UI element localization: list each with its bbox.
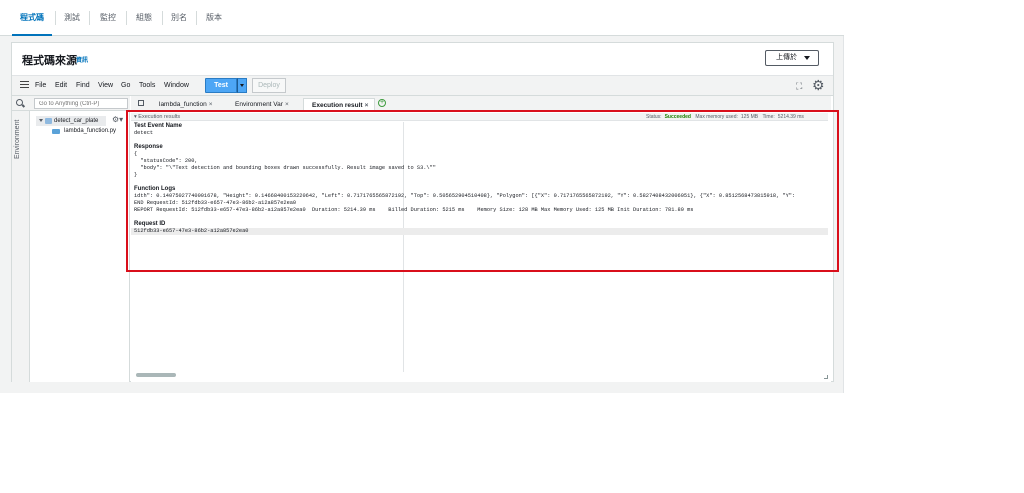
- menu-view[interactable]: View: [98, 82, 113, 89]
- menu-go[interactable]: Go: [121, 82, 130, 89]
- editor-area: lambda_function × Environment Var × Execut…: [131, 96, 831, 382]
- execution-status: Status: Succeeded Max memory used: 125 MB …: [646, 114, 807, 120]
- environment-label: Environment: [14, 119, 21, 159]
- resize-grip-icon[interactable]: [824, 375, 828, 379]
- tab-divider: [55, 11, 56, 25]
- search-icon: [16, 99, 23, 106]
- panel-header: 程式碼來源 資訊 上傳於: [12, 43, 833, 75]
- execution-results-pane: ▾ Execution results Status: Succeeded Max…: [131, 111, 831, 382]
- editor-tab-environment-var[interactable]: Environment Var ×: [227, 98, 301, 111]
- editor-tab-execution-result[interactable]: Execution result ×: [303, 98, 375, 111]
- request-id-value: 512fdb33-e657-47e3-86b2-a12a857e2ea0: [134, 228, 249, 234]
- close-icon[interactable]: ×: [209, 101, 213, 108]
- tab-divider: [196, 11, 197, 25]
- environment-strip[interactable]: Environment: [12, 111, 30, 382]
- lambda-console-page: 程式碼 測試 監控 組態 別名 版本 程式碼來源 資訊 上傳於 File Edi…: [0, 0, 844, 393]
- tab-divider: [162, 11, 163, 25]
- results-bar: ▾ Execution results Status: Succeeded Max…: [131, 113, 828, 121]
- test-button[interactable]: Test: [205, 78, 237, 93]
- status-value: Succeeded: [664, 114, 691, 120]
- request-id-heading: Request ID: [134, 221, 166, 227]
- tree-file-item[interactable]: lambda_function.py: [52, 128, 116, 134]
- tree-gear-icon[interactable]: ⚙▾: [112, 115, 123, 124]
- caret-down-icon: [804, 56, 810, 60]
- expand-arrow-icon: [39, 119, 43, 122]
- response-heading: Response: [134, 144, 163, 150]
- tab-configuration[interactable]: 組態: [128, 0, 160, 36]
- results-content: Test Event Name detect Response { "statu…: [131, 122, 828, 372]
- response-line: "body": "\"Text detection and bounding b…: [134, 165, 436, 171]
- status-label: Status:: [646, 114, 662, 120]
- menu-file[interactable]: File: [35, 82, 46, 89]
- close-icon[interactable]: ×: [285, 101, 289, 108]
- info-link[interactable]: 資訊: [76, 55, 88, 64]
- panel-title: 程式碼來源: [22, 55, 77, 67]
- response-line: }: [134, 172, 138, 178]
- test-dropdown-button[interactable]: [237, 78, 247, 93]
- upload-from-label: 上傳於: [776, 54, 797, 61]
- file-name: lambda_function.py: [64, 128, 117, 134]
- tab-code[interactable]: 程式碼: [12, 0, 52, 36]
- close-icon[interactable]: ×: [365, 102, 369, 109]
- fullscreen-icon[interactable]: ⛶: [796, 82, 805, 91]
- menu-edit[interactable]: Edit: [55, 82, 67, 89]
- horizontal-scrollbar[interactable]: [136, 373, 176, 377]
- time-label: Time:: [762, 114, 775, 120]
- menu-toggle-icon[interactable]: [20, 81, 29, 88]
- results-toggle-label: Execution results: [138, 114, 181, 120]
- menu-window[interactable]: Window: [164, 82, 189, 89]
- memory-value: 125 MB: [740, 114, 759, 120]
- ide-toolbar: File Edit Find View Go Tools Window Test…: [12, 75, 833, 95]
- test-event-heading: Test Event Name: [134, 123, 182, 129]
- tab-versions[interactable]: 版本: [198, 0, 230, 36]
- time-value: 5214.39 ms: [777, 114, 804, 120]
- ide-body: Environment detect_car_plate ⚙▾ lambda_f…: [12, 95, 833, 382]
- menu-tools[interactable]: Tools: [139, 82, 155, 89]
- folder-name: detect_car_plate: [54, 118, 99, 124]
- folder-icon: [45, 118, 52, 124]
- test-event-value: detect: [134, 130, 154, 136]
- log-line: END RequestId: 512fdb33-e657-47e3-86b2-a…: [134, 200, 297, 206]
- deploy-button[interactable]: Deploy: [252, 78, 286, 93]
- editor-tabs: lambda_function × Environment Var × Execut…: [131, 96, 831, 111]
- file-tree: detect_car_plate ⚙▾ lambda_function.py: [30, 111, 130, 382]
- editor-tab-label: Execution result: [312, 102, 363, 109]
- menu-find[interactable]: Find: [76, 82, 90, 89]
- results-toggle[interactable]: ▾ Execution results: [134, 113, 180, 121]
- tab-list-icon[interactable]: [138, 100, 144, 106]
- tab-divider: [126, 11, 127, 25]
- function-logs-heading: Function Logs: [134, 186, 176, 192]
- log-line: REPORT RequestId: 512fdb33-e657-47e3-86b…: [134, 207, 694, 213]
- response-line: {: [134, 151, 138, 157]
- memory-label: Max memory used:: [695, 114, 738, 120]
- tree-folder-item[interactable]: detect_car_plate: [36, 116, 106, 126]
- upload-from-button[interactable]: 上傳於: [765, 50, 819, 66]
- tab-monitor[interactable]: 監控: [92, 0, 124, 36]
- column-divider: [403, 122, 404, 372]
- tab-divider: [89, 11, 90, 25]
- tab-test[interactable]: 測試: [57, 0, 87, 36]
- log-line: idth": 0.14075027740001678, "Height": 0.…: [134, 193, 796, 199]
- code-source-panel: 程式碼來源 資訊 上傳於 File Edit Find View Go Tool…: [11, 42, 834, 382]
- editor-tab-label: Environment Var: [235, 101, 283, 108]
- response-line: "statusCode": 200,: [134, 158, 198, 164]
- editor-tab-label: lambda_function: [159, 101, 207, 108]
- add-tab-icon[interactable]: +: [378, 99, 386, 107]
- python-file-icon: [52, 129, 60, 134]
- goto-anything-bar: [12, 96, 130, 111]
- goto-anything-input[interactable]: [34, 98, 128, 109]
- function-tabs: 程式碼 測試 監控 組態 別名 版本: [0, 0, 844, 36]
- tab-aliases[interactable]: 別名: [164, 0, 194, 36]
- editor-tab-lambda-function[interactable]: lambda_function ×: [151, 98, 225, 111]
- gear-icon[interactable]: ⚙: [812, 78, 825, 92]
